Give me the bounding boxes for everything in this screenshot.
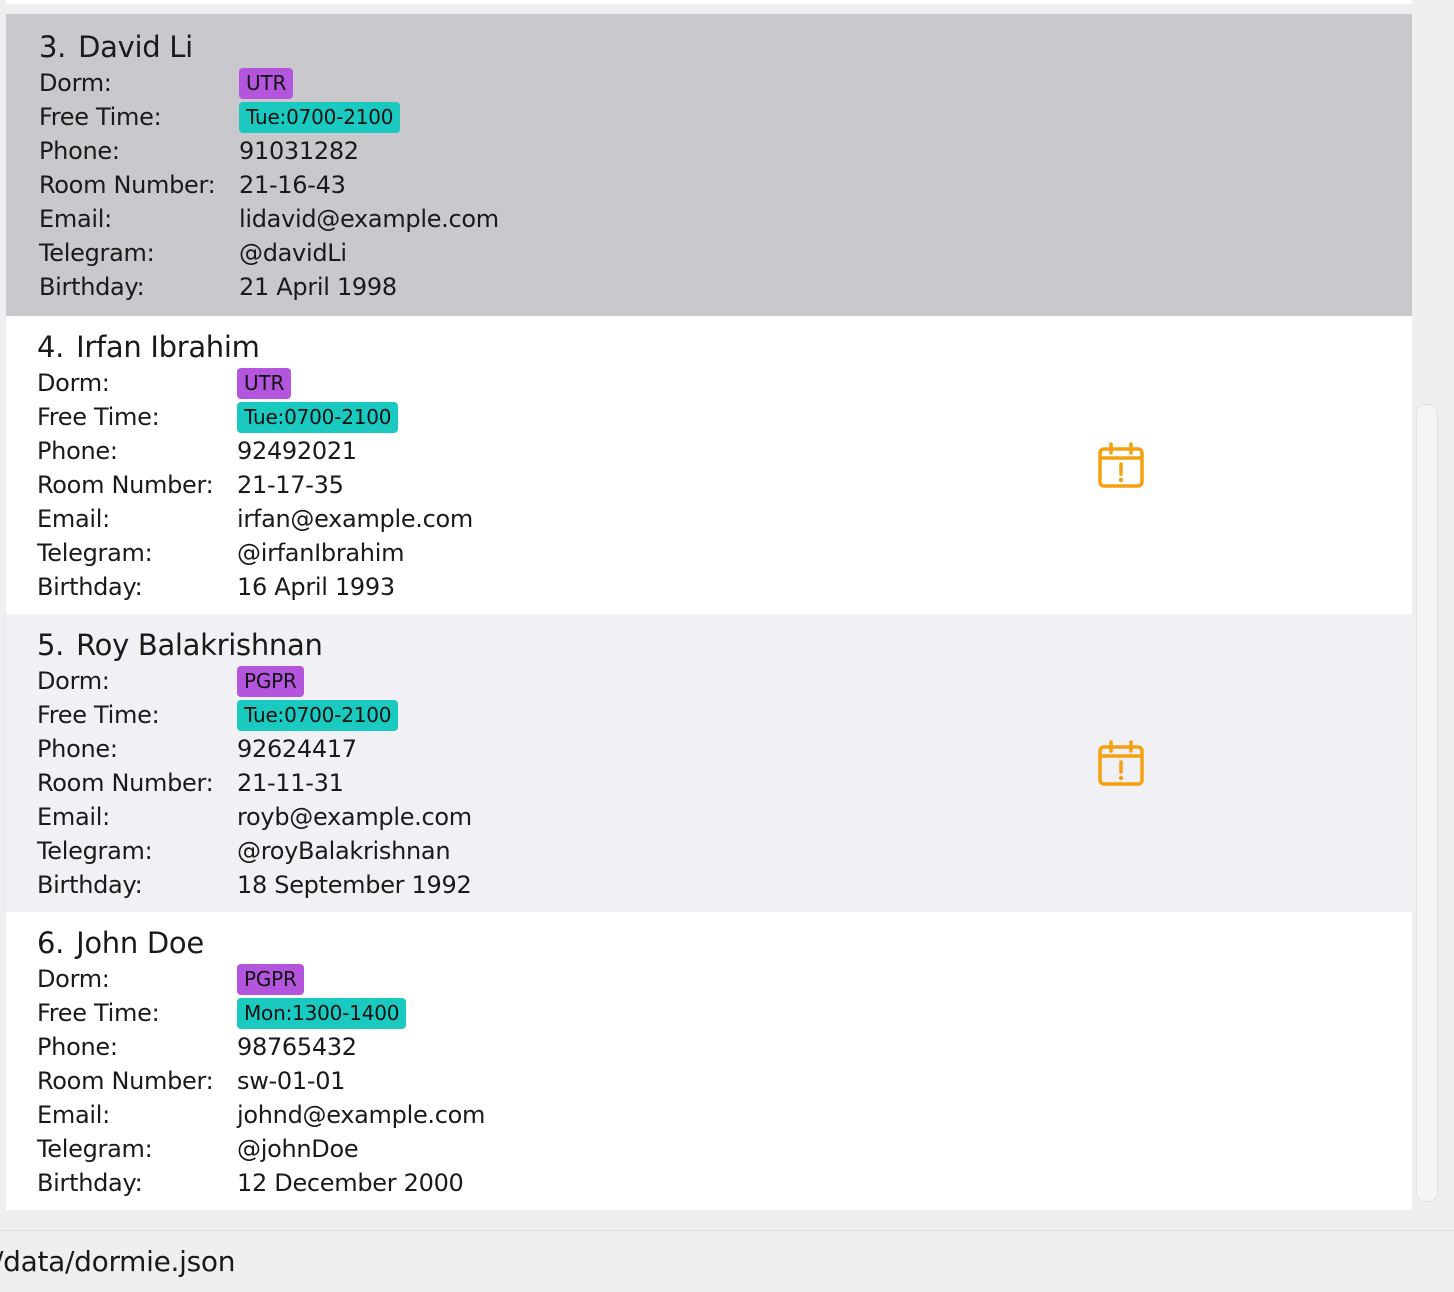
person-card[interactable]: 3. David Li Dorm: UTR Free Time: Tue:0700… — [6, 14, 1412, 316]
person-name: 4. Irfan Ibrahim — [37, 330, 260, 364]
birthday-value: 12 December 2000 — [237, 1169, 464, 1197]
free-time-label: Free Time: — [37, 999, 160, 1027]
person-name-text: Roy Balakrishnan — [76, 628, 323, 662]
room-number-label: Room Number: — [37, 471, 214, 499]
person-card[interactable]: 5. Roy Balakrishnan Dorm: PGPR Free Time:… — [6, 614, 1412, 912]
telegram-value: @irfanIbrahim — [237, 539, 405, 567]
person-name-text: John Doe — [76, 926, 204, 960]
email-label: Email: — [37, 803, 110, 831]
phone-value: 92624417 — [237, 735, 357, 763]
birthday-label: Birthday: — [37, 573, 143, 601]
list-scrollbar-thumb[interactable] — [1416, 404, 1438, 1202]
dorm-label: Dorm: — [37, 369, 110, 397]
save-file-path: /data/dormie.json — [0, 1245, 236, 1278]
telegram-label: Telegram: — [37, 539, 153, 567]
telegram-value: @johnDoe — [237, 1135, 359, 1163]
dorm-tag: UTR — [239, 68, 294, 99]
person-card[interactable]: 4. Irfan Ibrahim Dorm: UTR Free Time: Tue… — [6, 316, 1412, 614]
phone-label: Phone: — [37, 735, 118, 763]
dorm-label: Dorm: — [37, 667, 110, 695]
email-value: royb@example.com — [237, 803, 472, 831]
phone-label: Phone: — [37, 1033, 118, 1061]
phone-value: 91031282 — [239, 137, 359, 165]
email-value: irfan@example.com — [237, 505, 473, 533]
dorm-label: Dorm: — [37, 965, 110, 993]
phone-value: 98765432 — [237, 1033, 357, 1061]
room-number-value: 21-17-35 — [237, 471, 344, 499]
person-index: 6. — [37, 926, 65, 960]
dorm-tag: PGPR — [237, 964, 304, 995]
room-number-label: Room Number: — [37, 769, 214, 797]
birthday-value: 21 April 1998 — [239, 273, 397, 301]
phone-label: Phone: — [39, 137, 120, 165]
person-name-text: David Li — [78, 30, 193, 64]
telegram-value: @royBalakrishnan — [237, 837, 451, 865]
free-time-tag: Mon:1300-1400 — [237, 998, 407, 1029]
person-list[interactable]: 3. David Li Dorm: UTR Free Time: Tue:0700… — [6, 0, 1412, 1210]
room-number-value: sw-01-01 — [237, 1067, 346, 1095]
calendar-alert-icon — [1098, 740, 1144, 786]
phone-value: 92492021 — [237, 437, 357, 465]
app-window: 3. David Li Dorm: UTR Free Time: Tue:0700… — [0, 0, 1454, 1292]
free-time-label: Free Time: — [37, 701, 160, 729]
birthday-value: 16 April 1993 — [237, 573, 395, 601]
free-time-label: Free Time: — [39, 103, 162, 131]
dorm-label: Dorm: — [39, 69, 112, 97]
birthday-value: 18 September 1992 — [237, 871, 472, 899]
phone-label: Phone: — [37, 437, 118, 465]
free-time-label: Free Time: — [37, 403, 160, 431]
list-gap — [6, 4, 1412, 14]
telegram-value: @davidLi — [239, 239, 347, 267]
room-number-label: Room Number: — [39, 171, 216, 199]
person-name: 5. Roy Balakrishnan — [37, 628, 323, 662]
person-index: 5. — [37, 628, 65, 662]
person-card[interactable]: 6. John Doe Dorm: PGPR Free Time: Mon:130… — [6, 912, 1412, 1210]
email-label: Email: — [37, 1101, 110, 1129]
birthday-label: Birthday: — [37, 1169, 143, 1197]
room-number-value: 21-16-43 — [239, 171, 346, 199]
telegram-label: Telegram: — [37, 1135, 153, 1163]
person-name: 3. David Li — [39, 30, 193, 64]
free-time-tag: Tue:0700-2100 — [239, 102, 401, 133]
person-name: 6. John Doe — [37, 926, 204, 960]
person-index: 4. — [37, 330, 65, 364]
free-time-tag: Tue:0700-2100 — [237, 700, 399, 731]
free-time-tag: Tue:0700-2100 — [237, 402, 399, 433]
email-label: Email: — [39, 205, 112, 233]
email-label: Email: — [37, 505, 110, 533]
telegram-label: Telegram: — [39, 239, 155, 267]
dorm-tag: PGPR — [237, 666, 304, 697]
calendar-alert-icon — [1098, 442, 1144, 488]
person-index: 3. — [39, 30, 67, 64]
email-value: lidavid@example.com — [239, 205, 499, 233]
telegram-label: Telegram: — [37, 837, 153, 865]
room-number-value: 21-11-31 — [237, 769, 344, 797]
room-number-label: Room Number: — [37, 1067, 214, 1095]
birthday-label: Birthday: — [37, 871, 143, 899]
birthday-label: Birthday: — [39, 273, 145, 301]
email-value: johnd@example.com — [237, 1101, 486, 1129]
person-name-text: Irfan Ibrahim — [76, 330, 260, 364]
dorm-tag: UTR — [237, 368, 292, 399]
status-bar: /data/dormie.json — [0, 1231, 1454, 1292]
